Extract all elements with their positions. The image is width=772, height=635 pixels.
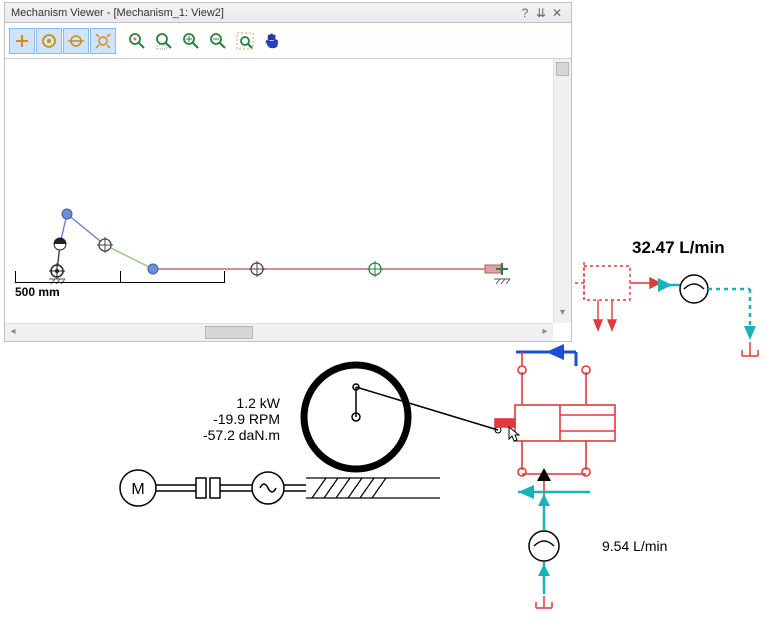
zoom-fit-button[interactable] — [124, 28, 150, 54]
pointer-cursor-icon — [506, 425, 524, 450]
target-center-icon — [39, 31, 59, 51]
window-title: Mechanism Viewer - [Mechanism_1: View2] — [11, 7, 517, 19]
magnifier-select-icon — [235, 31, 255, 51]
zoom-out-button[interactable] — [205, 28, 231, 54]
zoom-region-button[interactable] — [151, 28, 177, 54]
close-button[interactable]: ✕ — [549, 6, 565, 20]
power-readout: 1.2 kW — [190, 395, 280, 411]
plus-target-icon — [12, 31, 32, 51]
vscroll-thumb[interactable] — [556, 62, 569, 76]
add-anchor-button[interactable] — [9, 28, 35, 54]
magnifier-minus-icon — [208, 31, 228, 51]
mechanism-viewer-panel: Mechanism Viewer - [Mechanism_1: View2] … — [4, 2, 572, 342]
target-center-button[interactable] — [36, 28, 62, 54]
toolbar — [5, 23, 571, 59]
speed-readout: -19.9 RPM — [190, 411, 280, 427]
flow-bottom-readout: 9.54 L/min — [602, 538, 667, 554]
zoom-in-button[interactable] — [178, 28, 204, 54]
titlebar[interactable]: Mechanism Viewer - [Mechanism_1: View2] … — [5, 3, 571, 23]
svg-text:M: M — [131, 481, 144, 498]
target-horizontal-icon — [66, 31, 86, 51]
horizontal-scrollbar[interactable]: ◂ ▸ — [5, 323, 553, 341]
target-expand-icon — [93, 31, 113, 51]
flow-top-readout: 32.47 L/min — [632, 238, 725, 258]
target-horizontal-button[interactable] — [63, 28, 89, 54]
pin-button[interactable]: ⇊ — [533, 6, 549, 20]
motor-readouts: 1.2 kW -19.9 RPM -57.2 daN.m — [190, 395, 280, 443]
hscroll-thumb[interactable] — [205, 326, 253, 339]
magnifier-fit-icon — [127, 31, 147, 51]
mechanism-canvas[interactable]: 500 mm — [5, 59, 571, 323]
target-expand-button[interactable] — [90, 28, 116, 54]
scale-bar: 500 mm — [15, 271, 225, 299]
magnifier-plus-icon — [181, 31, 201, 51]
torque-readout: -57.2 daN.m — [190, 427, 280, 443]
zoom-select-button[interactable] — [232, 28, 258, 54]
magnifier-region-icon — [154, 31, 174, 51]
hand-icon — [262, 31, 282, 51]
pan-button[interactable] — [259, 28, 285, 54]
help-button[interactable]: ? — [517, 6, 533, 20]
vertical-scrollbar[interactable]: ▴ ▾ — [553, 59, 571, 323]
scale-label: 500 mm — [15, 285, 225, 299]
